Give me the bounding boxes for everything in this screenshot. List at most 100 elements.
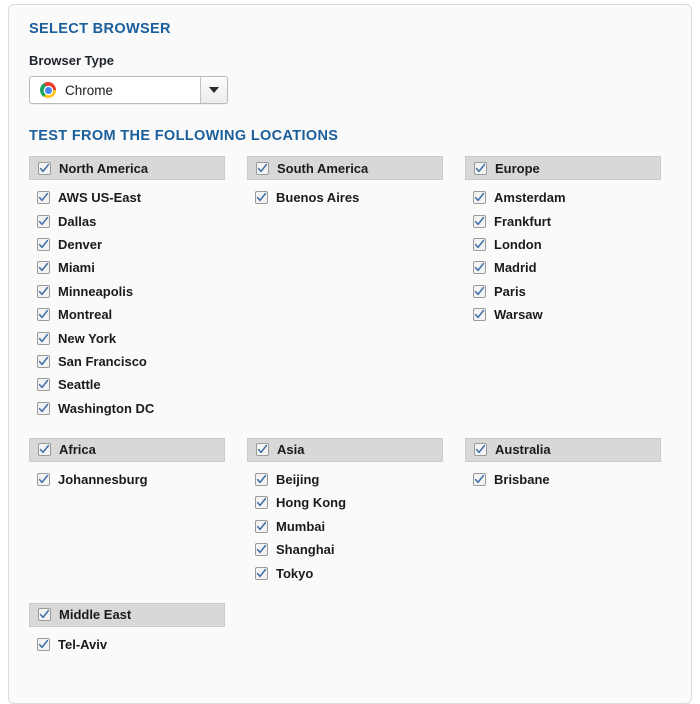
location-item-label: Mumbai (276, 518, 326, 534)
location-checkbox[interactable] (255, 496, 268, 510)
location-item-label: Paris (494, 283, 526, 299)
location-checkbox[interactable] (473, 284, 486, 298)
location-item-label: Montreal (58, 307, 113, 323)
location-checkbox[interactable] (255, 543, 268, 557)
group-checkbox[interactable] (474, 443, 487, 457)
location-group-label: Australia (495, 442, 551, 458)
location-checkbox[interactable] (37, 284, 50, 298)
location-checkbox[interactable] (255, 519, 268, 533)
location-item-dallas[interactable]: Dallas (37, 209, 225, 232)
location-group-header[interactable]: Europe (465, 156, 661, 180)
location-group-items: Buenos Aires (247, 180, 443, 209)
location-item-san-francisco[interactable]: San Francisco (37, 350, 225, 373)
location-checkbox[interactable] (37, 214, 50, 228)
location-item-label: Miami (58, 260, 95, 276)
location-checkbox[interactable] (37, 261, 50, 275)
location-item-paris[interactable]: Paris (473, 280, 661, 303)
location-item-label: Buenos Aires (276, 190, 360, 206)
location-item-miami[interactable]: Miami (37, 256, 225, 279)
location-group-items: Brisbane (465, 462, 661, 491)
location-group-asia: Asia Beijing Hong Kong Mumbai Shanghai T… (247, 437, 443, 585)
group-checkbox[interactable] (474, 161, 487, 175)
location-item-tokyo[interactable]: Tokyo (255, 561, 443, 584)
location-group-header[interactable]: North America (29, 156, 225, 180)
location-item-beijing[interactable]: Beijing (255, 468, 443, 491)
location-group-items: Amsterdam Frankfurt London Madrid Paris … (465, 180, 661, 326)
group-checkbox[interactable] (256, 161, 269, 175)
location-item-label: New York (58, 330, 117, 346)
location-item-label: Washington DC (58, 400, 155, 416)
location-group-middle-east: Middle East Tel-Aviv (29, 602, 225, 656)
location-group-header[interactable]: Asia (247, 437, 443, 462)
browser-type-label: Browser Type (29, 53, 115, 68)
location-checkbox[interactable] (37, 237, 50, 251)
location-checkbox[interactable] (37, 191, 50, 205)
location-checkbox[interactable] (37, 638, 50, 652)
location-checkbox[interactable] (37, 378, 50, 392)
location-group-label: South America (277, 160, 369, 176)
location-checkbox[interactable] (473, 237, 486, 251)
location-item-label: Hong Kong (276, 495, 347, 511)
location-group-europe: Europe Amsterdam Frankfurt London Madrid… (465, 156, 661, 420)
location-checkbox[interactable] (255, 191, 268, 205)
location-item-london[interactable]: London (473, 233, 661, 256)
location-checkbox[interactable] (473, 473, 486, 487)
group-checkbox[interactable] (256, 443, 269, 457)
location-checkbox[interactable] (37, 473, 50, 487)
panel-content: SELECT BROWSER Browser Type Chrome TEST … (29, 5, 673, 674)
location-group-items: Johannesburg (29, 462, 225, 491)
settings-panel: SELECT BROWSER Browser Type Chrome TEST … (8, 4, 692, 704)
location-item-buenos-aires[interactable]: Buenos Aires (255, 186, 443, 209)
location-item-aws-us-east[interactable]: AWS US-East (37, 186, 225, 209)
location-checkbox[interactable] (255, 473, 268, 487)
chevron-down-icon (209, 87, 219, 93)
group-checkbox[interactable] (38, 161, 51, 175)
location-item-frankfurt[interactable]: Frankfurt (473, 209, 661, 232)
location-item-amsterdam[interactable]: Amsterdam (473, 186, 661, 209)
location-checkbox[interactable] (37, 308, 50, 322)
location-item-denver[interactable]: Denver (37, 233, 225, 256)
location-item-brisbane[interactable]: Brisbane (473, 468, 661, 491)
location-item-label: London (494, 236, 542, 252)
location-group-items: Beijing Hong Kong Mumbai Shanghai Tokyo (247, 462, 443, 585)
location-item-label: Tel-Aviv (58, 637, 108, 653)
location-item-warsaw[interactable]: Warsaw (473, 303, 661, 326)
locations-heading: TEST FROM THE FOLLOWING LOCATIONS (29, 128, 339, 144)
location-group-australia: Australia Brisbane (465, 437, 661, 585)
location-item-hong-kong[interactable]: Hong Kong (255, 491, 443, 514)
group-checkbox[interactable] (38, 608, 51, 622)
location-item-label: Johannesburg (58, 472, 148, 488)
location-item-johannesburg[interactable]: Johannesburg (37, 468, 225, 491)
location-checkbox[interactable] (37, 331, 50, 345)
location-group-header[interactable]: Africa (29, 437, 225, 462)
location-group-africa: Africa Johannesburg (29, 437, 225, 585)
location-item-madrid[interactable]: Madrid (473, 256, 661, 279)
location-checkbox[interactable] (255, 566, 268, 580)
location-checkbox[interactable] (473, 261, 486, 275)
location-item-label: Dallas (58, 213, 97, 229)
location-item-washington-dc[interactable]: Washington DC (37, 397, 225, 420)
group-checkbox[interactable] (38, 443, 51, 457)
location-checkbox[interactable] (473, 191, 486, 205)
location-item-minneapolis[interactable]: Minneapolis (37, 280, 225, 303)
browser-type-selected-label: Chrome (65, 82, 114, 98)
location-item-mumbai[interactable]: Mumbai (255, 515, 443, 538)
location-item-seattle[interactable]: Seattle (37, 373, 225, 396)
location-checkbox[interactable] (473, 214, 486, 228)
chrome-icon (40, 82, 56, 98)
browser-type-dropdown-button[interactable] (200, 77, 227, 103)
location-checkbox[interactable] (37, 354, 50, 368)
location-group-north-america: North America AWS US-East Dallas Denver (29, 156, 225, 420)
location-item-label: Frankfurt (494, 213, 552, 229)
location-item-montreal[interactable]: Montreal (37, 303, 225, 326)
location-group-header[interactable]: South America (247, 156, 443, 180)
location-checkbox[interactable] (473, 308, 486, 322)
location-checkbox[interactable] (37, 401, 50, 415)
location-item-new-york[interactable]: New York (37, 326, 225, 349)
location-group-header[interactable]: Australia (465, 437, 661, 462)
browser-type-select[interactable]: Chrome (29, 76, 228, 104)
location-group-header[interactable]: Middle East (29, 602, 225, 627)
location-item-tel-aviv[interactable]: Tel-Aviv (37, 633, 225, 656)
browser-type-select-value[interactable]: Chrome (30, 77, 200, 103)
location-item-shanghai[interactable]: Shanghai (255, 538, 443, 561)
